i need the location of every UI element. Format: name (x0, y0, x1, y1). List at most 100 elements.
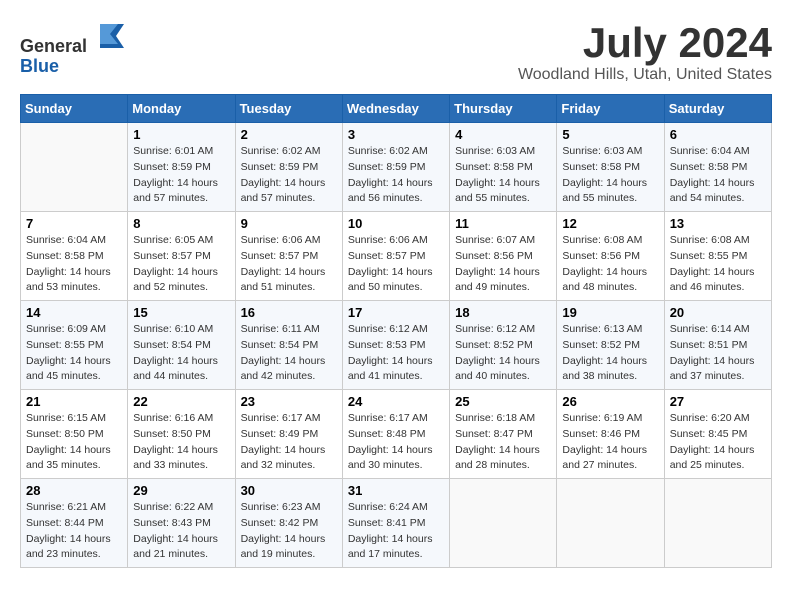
sunset-text: Sunset: 8:54 PM (241, 338, 337, 354)
sunset-text: Sunset: 8:56 PM (455, 249, 551, 265)
day-number: 25 (455, 394, 551, 409)
calendar-cell (21, 123, 128, 212)
calendar-cell: 5 Sunrise: 6:03 AMSunset: 8:58 PMDaylight… (557, 123, 664, 212)
daylight-text: Daylight: 14 hours and 55 minutes. (562, 176, 658, 208)
sunrise-text: Sunrise: 6:06 AM (241, 233, 337, 249)
daylight-text: Daylight: 14 hours and 17 minutes. (348, 532, 444, 564)
logo-blue: Blue (20, 56, 59, 76)
day-number: 19 (562, 305, 658, 320)
day-info: Sunrise: 6:13 AMSunset: 8:52 PMDaylight:… (562, 322, 658, 385)
day-number: 6 (670, 127, 766, 142)
header-monday: Monday (128, 95, 235, 123)
day-info: Sunrise: 6:05 AMSunset: 8:57 PMDaylight:… (133, 233, 229, 296)
day-info: Sunrise: 6:09 AMSunset: 8:55 PMDaylight:… (26, 322, 122, 385)
day-number: 29 (133, 483, 229, 498)
calendar-cell: 22 Sunrise: 6:16 AMSunset: 8:50 PMDayligh… (128, 390, 235, 479)
calendar-cell: 21Sunrise: 6:15 AMSunset: 8:50 PMDayligh… (21, 390, 128, 479)
calendar-cell: 18Sunrise: 6:12 AMSunset: 8:52 PMDayligh… (450, 301, 557, 390)
calendar-week-3: 14 Sunrise: 6:09 AMSunset: 8:55 PMDayligh… (21, 301, 772, 390)
day-info: Sunrise: 6:06 AMSunset: 8:57 PMDaylight:… (241, 233, 337, 296)
daylight-text: Daylight: 14 hours and 52 minutes. (133, 265, 229, 297)
sunset-text: Sunset: 8:57 PM (241, 249, 337, 265)
calendar-cell: 24Sunrise: 6:17 AMSunset: 8:48 PMDayligh… (342, 390, 449, 479)
day-number: 3 (348, 127, 444, 142)
sunrise-text: Sunrise: 6:20 AM (670, 411, 766, 427)
daylight-text: Daylight: 14 hours and 53 minutes. (26, 265, 122, 297)
day-info: Sunrise: 6:23 AMSunset: 8:42 PMDaylight:… (241, 500, 337, 563)
sunset-text: Sunset: 8:59 PM (241, 160, 337, 176)
sunrise-text: Sunrise: 6:02 AM (241, 144, 337, 160)
day-number: 1 (133, 127, 229, 142)
sunset-text: Sunset: 8:58 PM (562, 160, 658, 176)
calendar-cell: 14 Sunrise: 6:09 AMSunset: 8:55 PMDayligh… (21, 301, 128, 390)
daylight-text: Daylight: 14 hours and 57 minutes. (241, 176, 337, 208)
calendar-cell: 19 Sunrise: 6:13 AMSunset: 8:52 PMDayligh… (557, 301, 664, 390)
sunset-text: Sunset: 8:58 PM (670, 160, 766, 176)
sunrise-text: Sunrise: 6:05 AM (133, 233, 229, 249)
calendar-week-5: 28Sunrise: 6:21 AMSunset: 8:44 PMDayligh… (21, 479, 772, 568)
day-number: 10 (348, 216, 444, 231)
sunset-text: Sunset: 8:43 PM (133, 516, 229, 532)
title-area: July 2024 Woodland Hills, Utah, United S… (518, 20, 772, 84)
daylight-text: Daylight: 14 hours and 49 minutes. (455, 265, 551, 297)
calendar-cell: 3Sunrise: 6:02 AMSunset: 8:59 PMDaylight… (342, 123, 449, 212)
day-info: Sunrise: 6:03 AMSunset: 8:58 PMDaylight:… (562, 144, 658, 207)
sunrise-text: Sunrise: 6:19 AM (562, 411, 658, 427)
header-sunday: Sunday (21, 95, 128, 123)
daylight-text: Daylight: 14 hours and 30 minutes. (348, 443, 444, 475)
day-number: 26 (562, 394, 658, 409)
sunrise-text: Sunrise: 6:23 AM (241, 500, 337, 516)
day-info: Sunrise: 6:16 AMSunset: 8:50 PMDaylight:… (133, 411, 229, 474)
sunset-text: Sunset: 8:41 PM (348, 516, 444, 532)
daylight-text: Daylight: 14 hours and 41 minutes. (348, 354, 444, 386)
sunrise-text: Sunrise: 6:02 AM (348, 144, 444, 160)
day-info: Sunrise: 6:12 AMSunset: 8:53 PMDaylight:… (348, 322, 444, 385)
calendar-cell: 12Sunrise: 6:08 AMSunset: 8:56 PMDayligh… (557, 212, 664, 301)
sunrise-text: Sunrise: 6:18 AM (455, 411, 551, 427)
sunrise-text: Sunrise: 6:01 AM (133, 144, 229, 160)
day-info: Sunrise: 6:04 AMSunset: 8:58 PMDaylight:… (670, 144, 766, 207)
day-number: 22 (133, 394, 229, 409)
daylight-text: Daylight: 14 hours and 33 minutes. (133, 443, 229, 475)
day-info: Sunrise: 6:24 AMSunset: 8:41 PMDaylight:… (348, 500, 444, 563)
day-number: 8 (133, 216, 229, 231)
daylight-text: Daylight: 14 hours and 19 minutes. (241, 532, 337, 564)
sunrise-text: Sunrise: 6:09 AM (26, 322, 122, 338)
sunset-text: Sunset: 8:50 PM (26, 427, 122, 443)
daylight-text: Daylight: 14 hours and 40 minutes. (455, 354, 551, 386)
sunset-text: Sunset: 8:52 PM (562, 338, 658, 354)
sunset-text: Sunset: 8:48 PM (348, 427, 444, 443)
calendar-cell: 7Sunrise: 6:04 AMSunset: 8:58 PMDaylight… (21, 212, 128, 301)
calendar-table: SundayMondayTuesdayWednesdayThursdayFrid… (20, 94, 772, 568)
day-info: Sunrise: 6:08 AMSunset: 8:56 PMDaylight:… (562, 233, 658, 296)
sunrise-text: Sunrise: 6:04 AM (670, 144, 766, 160)
day-info: Sunrise: 6:10 AMSunset: 8:54 PMDaylight:… (133, 322, 229, 385)
calendar-cell: 6 Sunrise: 6:04 AMSunset: 8:58 PMDaylight… (664, 123, 771, 212)
calendar-cell: 10 Sunrise: 6:06 AMSunset: 8:57 PMDayligh… (342, 212, 449, 301)
header-friday: Friday (557, 95, 664, 123)
daylight-text: Daylight: 14 hours and 35 minutes. (26, 443, 122, 475)
daylight-text: Daylight: 14 hours and 27 minutes. (562, 443, 658, 475)
calendar-cell: 30Sunrise: 6:23 AMSunset: 8:42 PMDayligh… (235, 479, 342, 568)
sunset-text: Sunset: 8:51 PM (670, 338, 766, 354)
sunrise-text: Sunrise: 6:03 AM (562, 144, 658, 160)
daylight-text: Daylight: 14 hours and 38 minutes. (562, 354, 658, 386)
day-number: 18 (455, 305, 551, 320)
day-info: Sunrise: 6:01 AMSunset: 8:59 PMDaylight:… (133, 144, 229, 207)
day-info: Sunrise: 6:17 AMSunset: 8:49 PMDaylight:… (241, 411, 337, 474)
daylight-text: Daylight: 14 hours and 37 minutes. (670, 354, 766, 386)
day-info: Sunrise: 6:06 AMSunset: 8:57 PMDaylight:… (348, 233, 444, 296)
day-number: 5 (562, 127, 658, 142)
daylight-text: Daylight: 14 hours and 57 minutes. (133, 176, 229, 208)
sunrise-text: Sunrise: 6:08 AM (562, 233, 658, 249)
sunrise-text: Sunrise: 6:08 AM (670, 233, 766, 249)
day-number: 14 (26, 305, 122, 320)
day-info: Sunrise: 6:08 AMSunset: 8:55 PMDaylight:… (670, 233, 766, 296)
logo-general: General (20, 36, 87, 56)
calendar-cell: 2Sunrise: 6:02 AMSunset: 8:59 PMDaylight… (235, 123, 342, 212)
calendar-cell: 20Sunrise: 6:14 AMSunset: 8:51 PMDayligh… (664, 301, 771, 390)
sunset-text: Sunset: 8:56 PM (562, 249, 658, 265)
daylight-text: Daylight: 14 hours and 50 minutes. (348, 265, 444, 297)
daylight-text: Daylight: 14 hours and 44 minutes. (133, 354, 229, 386)
calendar-cell: 23Sunrise: 6:17 AMSunset: 8:49 PMDayligh… (235, 390, 342, 479)
